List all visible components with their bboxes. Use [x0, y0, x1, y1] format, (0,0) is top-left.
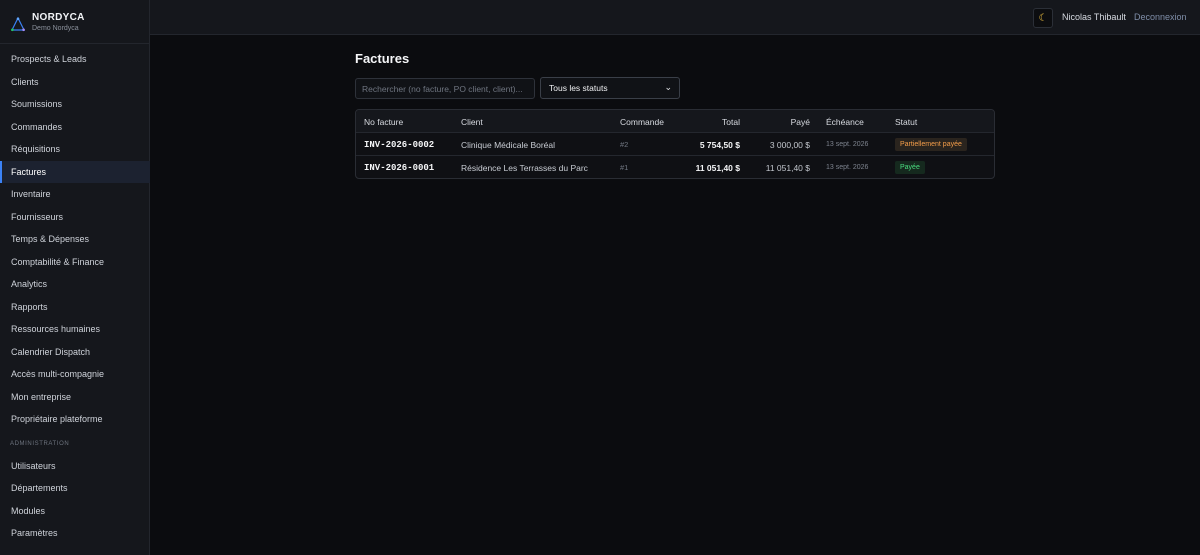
invoice-status-cell: Payée — [895, 156, 925, 178]
brand-name: NORDYCA — [32, 11, 85, 23]
logout-link[interactable]: Deconnexion — [1134, 12, 1187, 22]
sidebar-item-proprietaire-plateforme[interactable]: Propriétaire plateforme — [0, 408, 150, 431]
invoice-paid: 3 000,00 $ — [769, 139, 810, 150]
sidebar-item-requisitions[interactable]: Réquisitions — [0, 138, 150, 161]
table-header: No facture Client Commande Total Payé Éc… — [356, 110, 994, 133]
chevron-down-icon: ⌄ — [664, 82, 672, 92]
topbar: ☾ Nicolas Thibault Deconnexion — [150, 0, 1200, 35]
invoice-number[interactable]: INV-2026-0001 — [364, 156, 434, 178]
sidebar-item-temps-depenses[interactable]: Temps & Dépenses — [0, 228, 150, 251]
sidebar-item-fournisseurs[interactable]: Fournisseurs — [0, 206, 150, 229]
column-header-paid[interactable]: Payé — [791, 110, 810, 133]
sidebar-item-utilisateurs[interactable]: Utilisateurs — [0, 455, 150, 478]
status-filter-select[interactable]: Tous les statuts ⌄ — [540, 77, 680, 99]
nordyca-logo-icon — [11, 16, 25, 31]
sidebar-section-administration: ADMINISTRATION — [10, 440, 70, 447]
invoice-total: 5 754,50 $ — [699, 139, 740, 150]
sidebar-item-modules[interactable]: Modules — [0, 500, 150, 523]
sidebar-item-clients[interactable]: Clients — [0, 71, 150, 94]
invoice-status-cell: Partiellement payée — [895, 133, 967, 156]
invoice-number[interactable]: INV-2026-0002 — [364, 133, 434, 156]
sidebar-item-mon-entreprise[interactable]: Mon entreprise — [0, 386, 150, 409]
sidebar-item-analytics[interactable]: Analytics — [0, 273, 150, 296]
sidebar-item-prospects-leads[interactable]: Prospects & Leads — [0, 48, 150, 71]
invoice-order[interactable]: #2 — [620, 133, 628, 156]
sidebar: NORDYCA Demo Nordyca Prospects & Leads C… — [0, 0, 150, 555]
column-header-number[interactable]: No facture — [364, 110, 403, 133]
user-name: Nicolas Thibault — [1062, 12, 1126, 22]
invoice-client: Résidence Les Terrasses du Parc — [461, 162, 588, 173]
sidebar-item-factures[interactable]: Factures — [0, 160, 150, 183]
invoice-due-date: 13 sept. 2026 — [826, 141, 869, 148]
sidebar-item-calendrier-dispatch[interactable]: Calendrier Dispatch — [0, 341, 150, 364]
invoice-order[interactable]: #1 — [620, 156, 628, 178]
table-row[interactable]: INV-2026-0002 Clinique Médicale Boréal #… — [356, 133, 994, 156]
sidebar-item-ressources-humaines[interactable]: Ressources humaines — [0, 318, 150, 341]
page-title: Factures — [355, 51, 410, 66]
sidebar-nav: Prospects & Leads Clients Soumissions Co… — [0, 48, 150, 545]
search-input[interactable] — [355, 78, 535, 99]
column-header-order[interactable]: Commande — [620, 110, 664, 133]
brand-subtitle: Demo Nordyca — [32, 24, 79, 32]
sidebar-item-comptabilite-finance[interactable]: Comptabilité & Finance — [0, 251, 150, 274]
column-header-client[interactable]: Client — [461, 110, 483, 133]
sidebar-item-inventaire[interactable]: Inventaire — [0, 183, 150, 206]
sidebar-item-departements[interactable]: Départements — [0, 477, 150, 500]
invoice-client: Clinique Médicale Boréal — [461, 139, 556, 150]
status-badge: Payée — [895, 161, 925, 174]
column-header-due[interactable]: Échéance — [826, 110, 864, 133]
sidebar-item-acces-multi-compagnie[interactable]: Accès multi-compagnie — [0, 363, 150, 386]
sidebar-item-parametres[interactable]: Paramètres — [0, 522, 150, 545]
column-header-total[interactable]: Total — [722, 110, 740, 133]
invoices-table: No facture Client Commande Total Payé Éc… — [355, 109, 995, 179]
theme-toggle-button[interactable]: ☾ — [1033, 8, 1053, 28]
sidebar-item-rapports[interactable]: Rapports — [0, 296, 150, 319]
table-row[interactable]: INV-2026-0001 Résidence Les Terrasses du… — [356, 156, 994, 178]
invoice-due-date: 13 sept. 2026 — [826, 164, 869, 171]
invoice-paid: 11 051,40 $ — [765, 162, 810, 173]
column-header-status[interactable]: Statut — [895, 110, 917, 133]
invoice-total: 11 051,40 $ — [695, 162, 740, 173]
status-badge: Partiellement payée — [895, 138, 967, 151]
sidebar-item-soumissions[interactable]: Soumissions — [0, 93, 150, 116]
status-filter-value: Tous les statuts — [549, 83, 608, 93]
moon-icon: ☾ — [1038, 12, 1048, 24]
brand[interactable]: NORDYCA Demo Nordyca — [0, 0, 149, 44]
sidebar-item-commandes[interactable]: Commandes — [0, 116, 150, 139]
